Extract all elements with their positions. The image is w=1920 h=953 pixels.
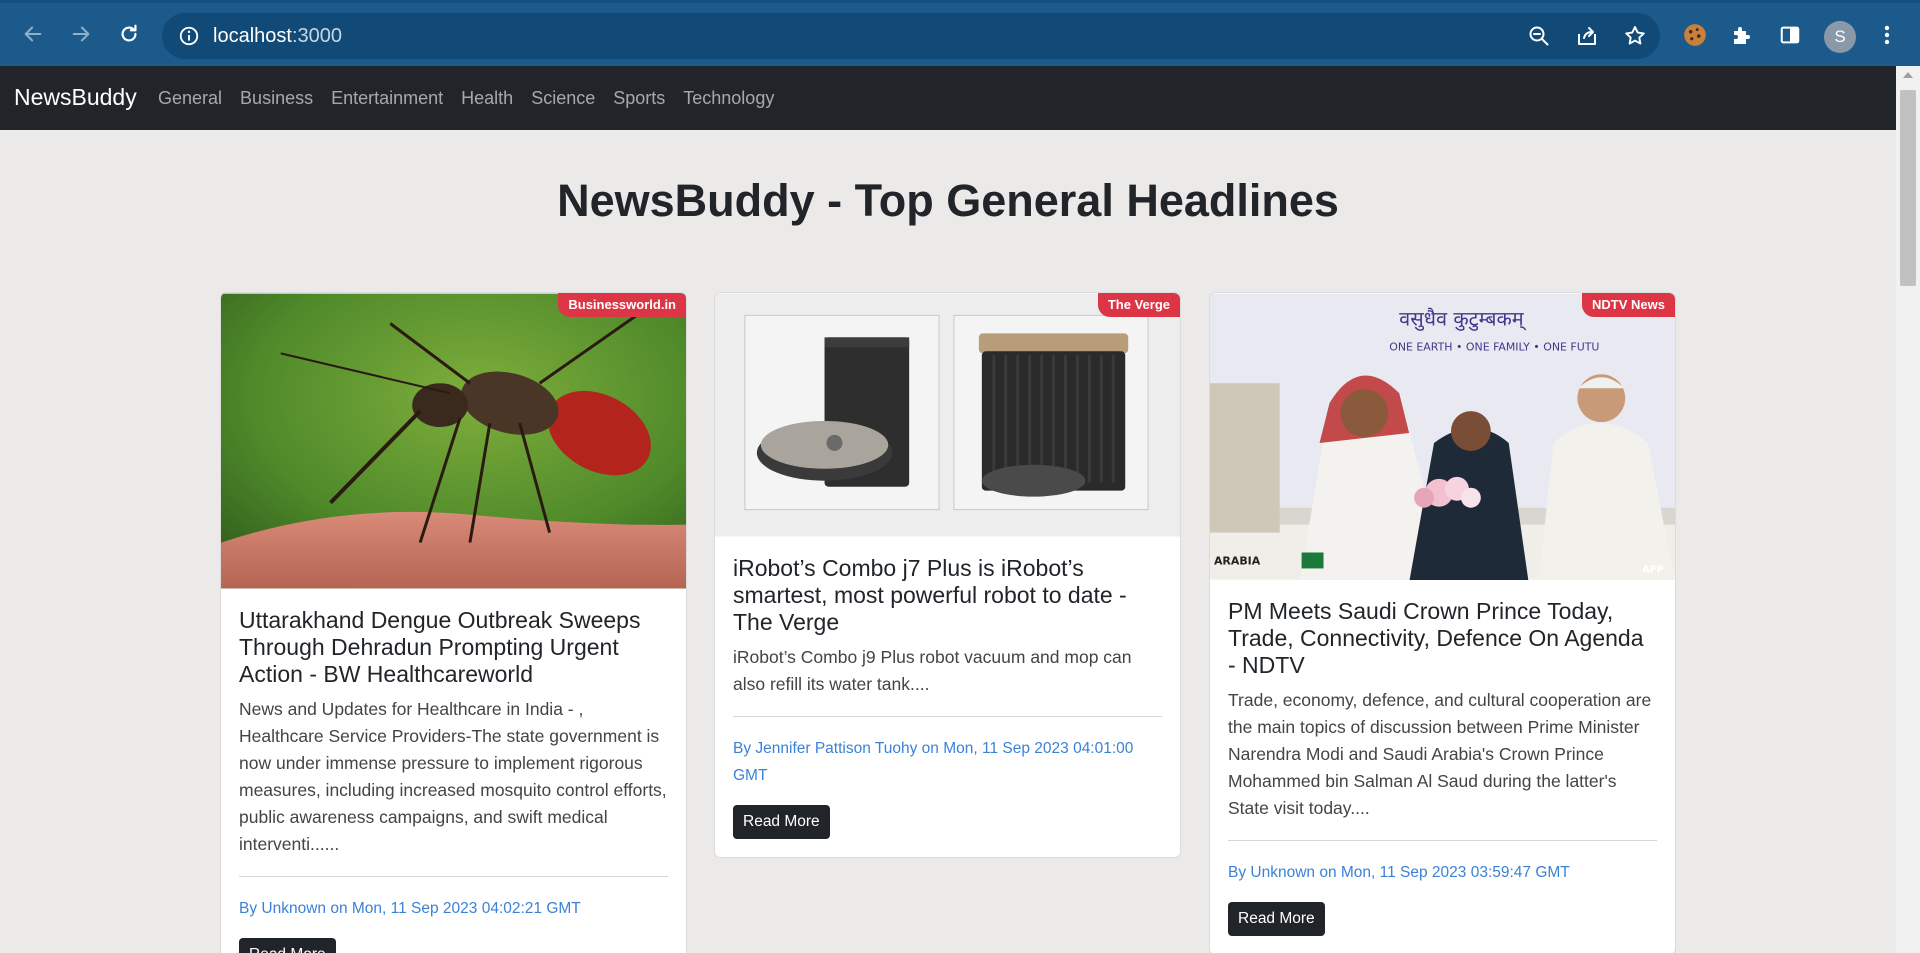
nav-link-general[interactable]: General [158, 88, 222, 109]
read-more-button[interactable]: Read More [239, 938, 336, 953]
reload-button[interactable] [112, 17, 146, 51]
bookmark-star-icon[interactable] [1623, 24, 1647, 48]
back-button[interactable] [16, 17, 50, 51]
scroll-up-arrow-icon[interactable] [1903, 72, 1913, 78]
card-title: Uttarakhand Dengue Outbreak Sweeps Throu… [239, 607, 641, 687]
source-badge: The Verge [1097, 293, 1180, 317]
card-author-date: By Unknown on Mon, 11 Sep 2023 04:02:21 … [239, 900, 581, 917]
side-panel-button[interactable] [1775, 20, 1805, 50]
profile-avatar[interactable]: S [1824, 21, 1856, 53]
mosquito-image [221, 293, 686, 589]
zoom-out-icon[interactable] [1527, 24, 1551, 48]
placard-text: ARABIA [1214, 554, 1261, 567]
url-host: localhost [213, 25, 292, 47]
card-author-date: By Jennifer Pattison Tuohy on Mon, 11 Se… [733, 740, 1134, 784]
share-icon[interactable] [1575, 24, 1599, 48]
site-info-icon[interactable] [178, 25, 200, 47]
read-more-button[interactable]: Read More [1228, 902, 1325, 936]
robot-vacuum-image [715, 293, 1180, 537]
side-panel-icon [1780, 26, 1800, 44]
card-body: PM Meets Saudi Crown Prince Today, Trade… [1210, 580, 1675, 953]
source-badge: Businessworld.in [558, 293, 686, 317]
more-vertical-icon [1884, 25, 1890, 45]
card-description: Trade, economy, defence, and cultural co… [1228, 687, 1657, 841]
cookie-icon [1684, 24, 1706, 46]
news-card: Businessworld.in Uttarakhand Dengue Outb… [220, 292, 687, 953]
nav-link-science[interactable]: Science [531, 88, 595, 109]
url-port: :3000 [291, 25, 342, 47]
address-bar[interactable]: localhost:3000 [162, 13, 1660, 59]
navbar-brand[interactable]: NewsBuddy [14, 84, 137, 111]
puzzle-icon [1734, 27, 1750, 44]
card-title: iRobot’s Combo j7 Plus is iRobot’s smart… [733, 555, 1127, 635]
nav-link-technology[interactable]: Technology [683, 88, 774, 109]
source-badge: NDTV News [1582, 293, 1675, 317]
extensions-button[interactable] [1727, 20, 1757, 50]
photo-credit: AFP [1642, 564, 1664, 575]
card-description: iRobot’s Combo j9 Plus robot vacuum and … [733, 644, 1162, 717]
card-title: PM Meets Saudi Crown Prince Today, Trade… [1228, 598, 1644, 678]
browser-menu-button[interactable] [1872, 20, 1902, 50]
card-description: News and Updates for Healthcare in India… [239, 696, 668, 877]
news-card: वसुधैव कुटुम्बकम् ONE EARTH • ONE FAMILY… [1209, 292, 1676, 953]
summit-meeting-image: वसुधैव कुटुम्बकम् ONE EARTH • ONE FAMILY… [1210, 293, 1675, 580]
category-nav: General Business Entertainment Health Sc… [158, 88, 792, 109]
nav-link-sports[interactable]: Sports [613, 88, 665, 109]
nav-link-business[interactable]: Business [240, 88, 313, 109]
reload-icon [121, 24, 137, 42]
app-navbar: NewsBuddy General Business Entertainment… [0, 66, 1896, 130]
card-body: Uttarakhand Dengue Outbreak Sweeps Throu… [221, 589, 686, 953]
banner-text: ONE EARTH • ONE FAMILY • ONE FUTU [1389, 340, 1599, 353]
scroll-thumb[interactable] [1900, 90, 1916, 286]
cookie-extension-button[interactable] [1680, 20, 1710, 50]
forward-arrow-icon [72, 26, 90, 42]
svg-text:वसुधैव कुटुम्बकम्: वसुधैव कुटुम्बकम् [1399, 307, 1527, 331]
read-more-button[interactable]: Read More [733, 805, 830, 839]
card-body: iRobot’s Combo j7 Plus is iRobot’s smart… [715, 537, 1180, 857]
forward-button[interactable] [64, 17, 98, 51]
news-card: The Verge iRobot’s Combo j7 Plus is iRob… [714, 292, 1181, 858]
browser-toolbar: localhost:3000 S [0, 0, 1920, 66]
page-title: NewsBuddy - Top General Headlines [557, 175, 1339, 226]
nav-link-health[interactable]: Health [461, 88, 513, 109]
back-arrow-icon [24, 26, 42, 42]
url-text: localhost:3000 [213, 25, 342, 48]
card-author-date: By Unknown on Mon, 11 Sep 2023 03:59:47 … [1228, 864, 1570, 881]
nav-link-entertainment[interactable]: Entertainment [331, 88, 443, 109]
page-scrollbar[interactable] [1896, 66, 1920, 953]
